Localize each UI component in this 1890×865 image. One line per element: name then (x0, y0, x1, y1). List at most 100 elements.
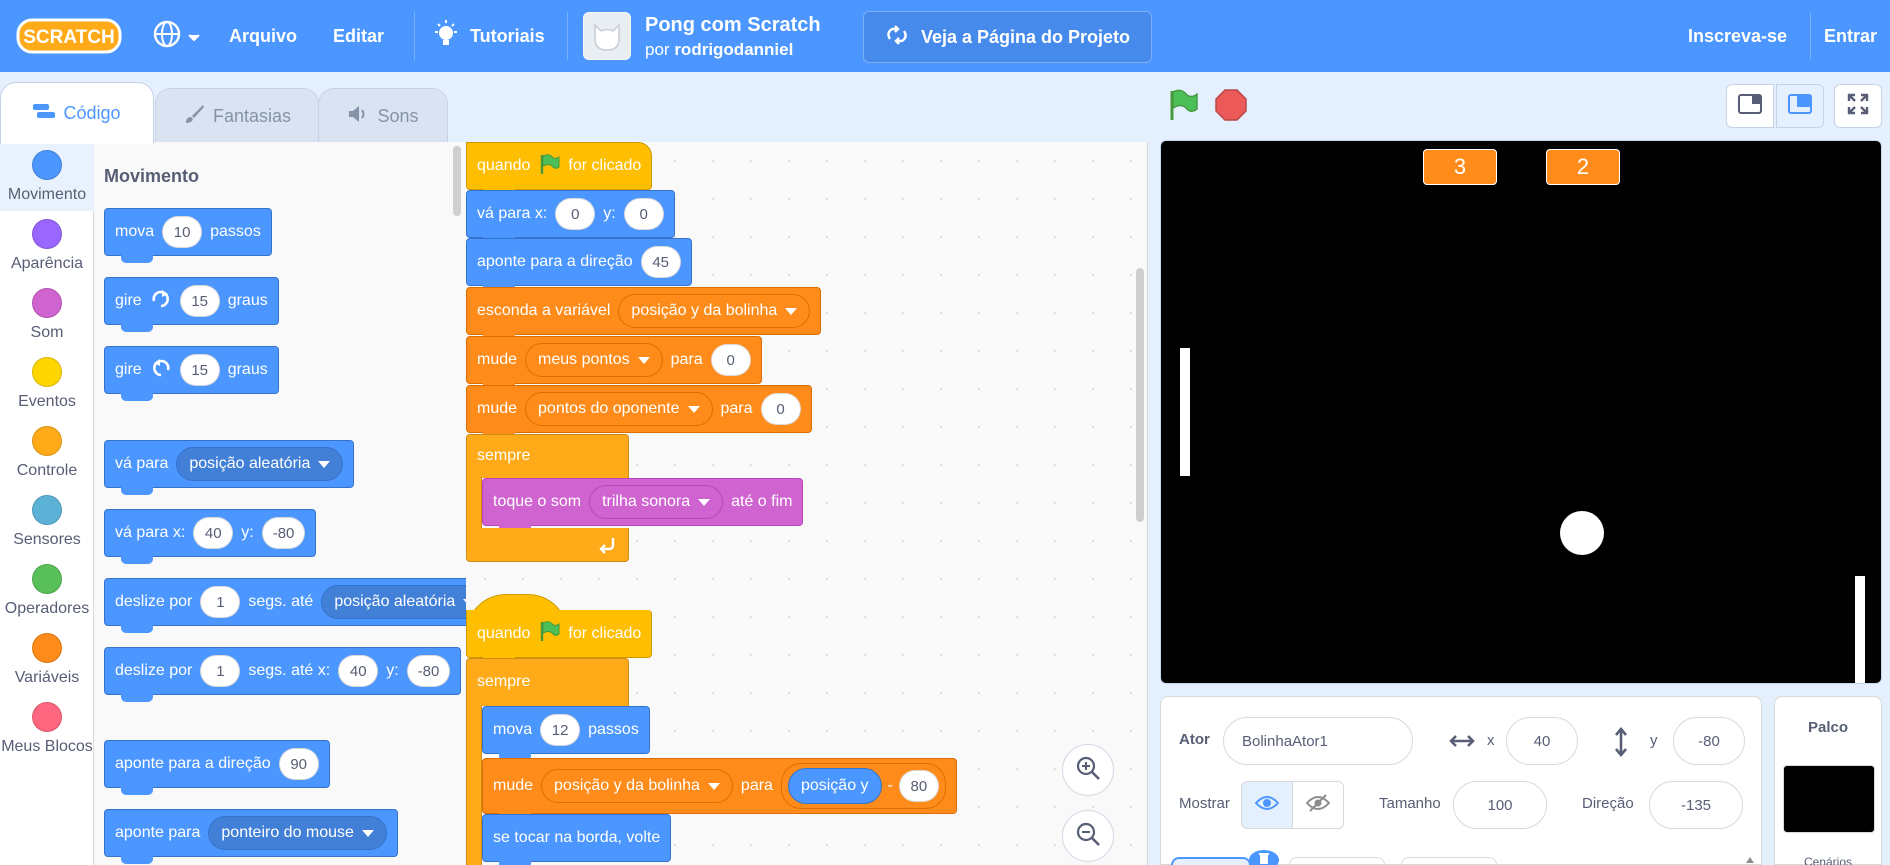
signin-button[interactable]: Entrar (1824, 0, 1877, 72)
degrees-input[interactable]: 15 (179, 285, 220, 317)
glide-to-xy-block[interactable]: deslize por 1 segs. até x: 40 y: -80 (104, 647, 462, 702)
category-my-blocks[interactable]: Meus Blocos (0, 694, 94, 763)
x-position-input[interactable]: 40 (1506, 717, 1578, 765)
zoom-in-button[interactable] (1062, 744, 1114, 796)
tab-costumes[interactable]: Fantasias (155, 88, 319, 144)
tab-code-label: Código (63, 103, 121, 123)
brush-icon (183, 103, 205, 130)
see-project-page-button[interactable]: Veja a Página do Projeto (863, 11, 1152, 63)
script-workspace[interactable]: quando for clicado vá para x: 0 y: 0 aponte… (466, 142, 1148, 865)
variable-dropdown[interactable]: posição y da bolinha (541, 769, 733, 803)
x-input[interactable]: 0 (555, 198, 596, 230)
x-input[interactable]: 40 (193, 517, 234, 549)
tab-sounds[interactable]: Sons (318, 88, 448, 144)
show-sprite-button[interactable] (1241, 781, 1293, 829)
category-variables[interactable]: Variáveis (0, 625, 94, 694)
go-to-xy-block[interactable]: vá para x: 40 y: -80 (104, 509, 317, 564)
seconds-input[interactable]: 1 (200, 655, 241, 687)
hide-sprite-button[interactable] (1292, 781, 1344, 829)
category-looks[interactable]: Aparência (0, 211, 94, 280)
go-to-block[interactable]: vá para posição aleatória (104, 440, 355, 495)
green-flag-button[interactable] (1166, 88, 1200, 127)
sprite-thumbnail[interactable] (1401, 857, 1497, 865)
steps-input[interactable]: 12 (540, 714, 581, 746)
y-input[interactable]: -80 (261, 517, 306, 549)
workspace-scrollbar[interactable] (1136, 268, 1144, 522)
block-text: para (670, 351, 703, 368)
direction-input[interactable]: 45 (640, 246, 681, 278)
edit-menu[interactable]: Editar (333, 0, 384, 72)
turn-right-block[interactable]: gire 15 graus (104, 277, 279, 332)
forever-block[interactable]: sempre (466, 658, 629, 706)
category-control[interactable]: Controle (0, 418, 94, 487)
value-input[interactable]: 0 (760, 393, 801, 425)
delete-sprite-button[interactable] (1249, 850, 1279, 865)
large-stage-button[interactable] (1776, 84, 1824, 128)
file-menu[interactable]: Arquivo (229, 0, 297, 72)
y-input[interactable]: -80 (406, 655, 451, 687)
steps-input[interactable]: 10 (162, 216, 203, 248)
size-input[interactable]: 100 (1453, 781, 1547, 829)
move-steps-block[interactable]: mova 12 passos (482, 706, 650, 761)
point-towards-block[interactable]: aponte para ponteiro do mouse (104, 809, 398, 864)
zoom-out-button[interactable] (1062, 810, 1114, 862)
target-dropdown[interactable]: posição aleatória (176, 447, 344, 481)
forever-block[interactable]: sempre (466, 434, 629, 478)
point-direction-block[interactable]: aponte para a direção 45 (466, 238, 692, 293)
tutorials-button[interactable]: Tutoriais (432, 0, 545, 72)
stop-button[interactable] (1214, 88, 1248, 127)
category-events[interactable]: Eventos (0, 349, 94, 418)
palette-scrollbar[interactable] (453, 146, 461, 216)
y-position-reporter[interactable]: posição y (787, 768, 882, 804)
category-operators[interactable]: Operadores (0, 556, 94, 625)
join-button[interactable]: Inscreva-se (1688, 0, 1787, 72)
language-menu[interactable] (152, 0, 200, 72)
hide-variable-block[interactable]: esconda a variável posição y da bolinha (466, 287, 822, 342)
play-sound-until-done-block[interactable]: toque o som trilha sonora até o fim (482, 478, 804, 533)
variable-dropdown[interactable]: meus pontos (525, 343, 663, 377)
operand-input[interactable]: 80 (898, 770, 939, 802)
stage-canvas[interactable]: 3 2 (1160, 140, 1882, 684)
degrees-input[interactable]: 15 (179, 354, 220, 386)
turn-left-block[interactable]: gire 15 graus (104, 346, 279, 401)
when-flag-clicked-hat[interactable]: quando for clicado (466, 142, 653, 197)
move-steps-block[interactable]: mova 10 passos (104, 208, 272, 263)
when-flag-clicked-hat[interactable]: quando for clicado (466, 610, 653, 665)
dropdown-value: ponteiro do mouse (221, 824, 354, 841)
sprite-thumbnail[interactable] (1289, 857, 1385, 865)
tab-code[interactable]: Código (0, 82, 154, 144)
glide-to-block[interactable]: deslize por 1 segs. até posição aleatória (104, 578, 467, 633)
green-flag-icon (538, 153, 560, 180)
direction-input[interactable]: 90 (278, 748, 319, 780)
author-name[interactable]: rodrigodanniel (674, 40, 793, 59)
x-input[interactable]: 40 (338, 655, 379, 687)
target-dropdown[interactable]: ponteiro do mouse (208, 816, 387, 850)
value-input[interactable]: 0 (710, 344, 751, 376)
tab-costumes-label: Fantasias (212, 106, 292, 126)
seconds-input[interactable]: 1 (200, 586, 241, 618)
scratch-logo[interactable]: SCRATCH (16, 0, 122, 72)
target-dropdown[interactable]: posição aleatória (321, 585, 467, 619)
sound-dropdown[interactable]: trilha sonora (589, 485, 724, 519)
fullscreen-button[interactable] (1834, 84, 1882, 128)
direction-input[interactable]: -135 (1649, 781, 1743, 829)
category-sensing[interactable]: Sensores (0, 487, 94, 556)
point-direction-block[interactable]: aponte para a direção 90 (104, 740, 330, 795)
set-variable-block[interactable]: mude pontos do oponente para 0 (466, 385, 812, 440)
variable-dropdown[interactable]: posição y da bolinha (618, 294, 811, 328)
stage-target-panel[interactable]: Palco Cenários (1774, 696, 1882, 865)
set-variable-block[interactable]: mude posição y da bolinha para posição y… (482, 758, 957, 821)
bounce-on-edge-block[interactable]: se tocar na borda, volte (482, 814, 672, 865)
y-position-input[interactable]: -80 (1673, 717, 1745, 765)
go-to-xy-block[interactable]: vá para x: 0 y: 0 (466, 190, 675, 245)
category-motion[interactable]: Movimento (0, 142, 94, 211)
subtract-operator[interactable]: posição y - 80 (780, 763, 946, 809)
y-input[interactable]: 0 (623, 198, 664, 230)
small-stage-button[interactable] (1726, 84, 1774, 128)
sprite-thumbnail-selected[interactable] (1171, 857, 1251, 865)
category-sound[interactable]: Som (0, 280, 94, 349)
stage-thumbnail[interactable] (1783, 765, 1875, 833)
set-variable-block[interactable]: mude meus pontos para 0 (466, 336, 762, 391)
variable-dropdown[interactable]: pontos do oponente (525, 392, 713, 426)
sprite-name-input[interactable]: BolinhaAtor1 (1223, 717, 1413, 765)
